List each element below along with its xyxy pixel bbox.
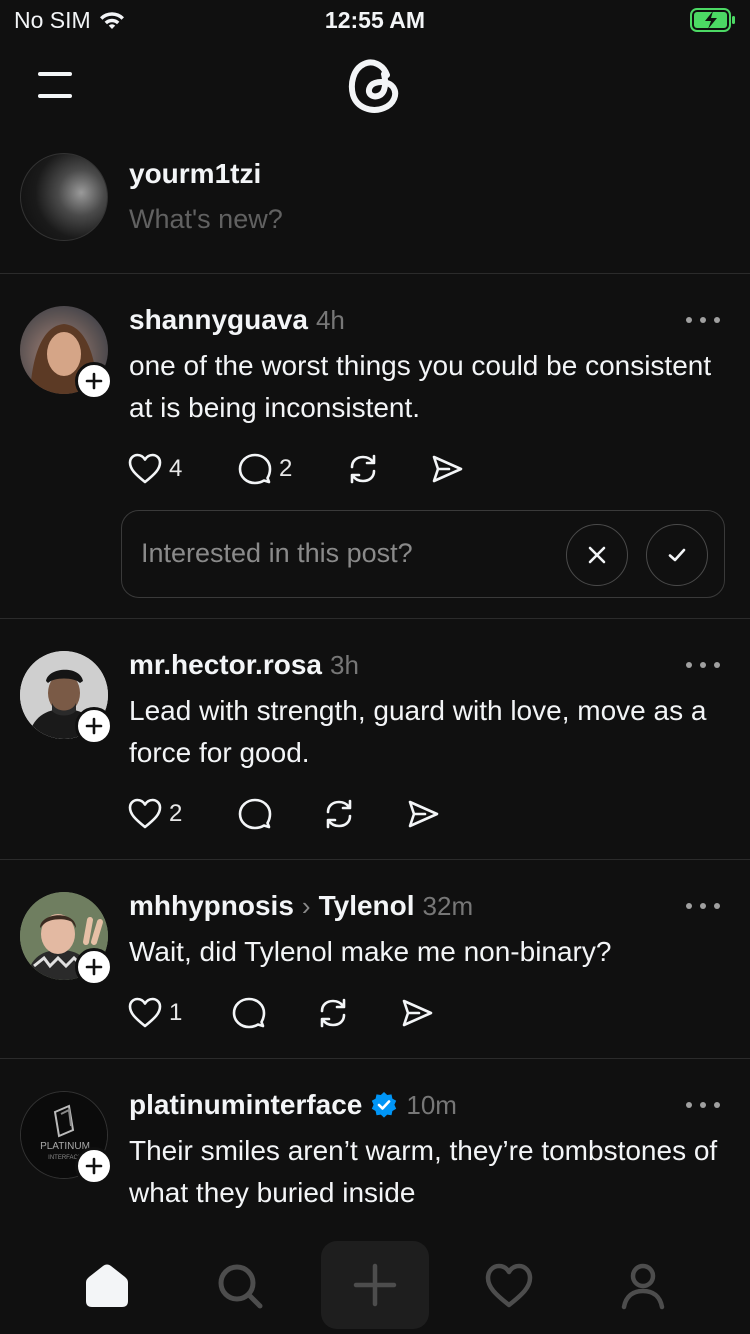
- share-button[interactable]: [399, 995, 435, 1031]
- clock: 12:55 AM: [324, 7, 426, 33]
- battery-charging-icon: [690, 8, 735, 32]
- close-icon: [588, 546, 606, 564]
- like-button[interactable]: 1: [127, 995, 231, 1031]
- reply-bubble-icon: [232, 997, 266, 1029]
- repost-button[interactable]: [345, 451, 429, 487]
- post-actions: 1: [127, 993, 435, 1033]
- more-options-icon[interactable]: [686, 315, 720, 325]
- not-interested-button[interactable]: [566, 524, 628, 586]
- more-options-icon[interactable]: [686, 660, 720, 670]
- follow-button[interactable]: [75, 707, 113, 745]
- status-bar: No SIM 12:55 AM: [0, 0, 750, 44]
- tab-activity[interactable]: [469, 1246, 549, 1326]
- follow-button[interactable]: [75, 362, 113, 400]
- post: mhhypnosis › Tylenol 32m Wait, did Tylen…: [0, 861, 750, 1059]
- composer-placeholder[interactable]: What's new?: [129, 204, 283, 235]
- post-time: 10m: [406, 1090, 457, 1120]
- send-icon: [402, 999, 433, 1027]
- composer[interactable]: yourm1tzi What's new?: [0, 136, 750, 274]
- post: mr.hector.rosa 3h Lead with strength, gu…: [0, 620, 750, 860]
- plus-icon: [85, 717, 103, 735]
- plus-icon: [353, 1263, 397, 1307]
- like-count: 4: [169, 455, 183, 482]
- share-button[interactable]: [405, 796, 441, 832]
- send-icon: [408, 800, 439, 828]
- post-username[interactable]: mhhypnosis: [129, 890, 294, 922]
- tab-bar: [0, 1230, 750, 1334]
- post-header: platinuminterface 10m: [129, 1089, 457, 1121]
- repost-button[interactable]: [315, 995, 399, 1031]
- search-icon: [218, 1264, 263, 1309]
- repost-icon: [320, 998, 346, 1028]
- verified-badge-icon: [372, 1092, 397, 1118]
- post-text: Lead with strength, guard with love, mov…: [129, 695, 707, 768]
- interest-prompt-label: Interested in this post?: [141, 538, 413, 568]
- plus-icon: [85, 372, 103, 390]
- repost-icon: [326, 799, 352, 829]
- reply-button[interactable]: [237, 796, 321, 832]
- post-time: 32m: [422, 891, 474, 921]
- post: shannyguava 4h one of the worst things y…: [0, 275, 750, 619]
- post-username[interactable]: shannyguava: [129, 304, 308, 336]
- reply-bubble-icon: [238, 453, 272, 485]
- tab-home[interactable]: [67, 1246, 147, 1326]
- plus-icon: [85, 958, 103, 976]
- post-time: 4h: [315, 305, 345, 335]
- post-header: mhhypnosis › Tylenol 32m: [129, 890, 473, 922]
- reply-button[interactable]: 2: [237, 451, 345, 487]
- follow-button[interactable]: [75, 948, 113, 986]
- threads-logo-icon[interactable]: [342, 52, 408, 118]
- like-button[interactable]: 2: [127, 796, 237, 832]
- heart-icon: [485, 1263, 533, 1308]
- create-post-button[interactable]: [321, 1241, 429, 1329]
- home-icon: [86, 1264, 128, 1307]
- post-text: Their smiles aren’t warm, they’re tombst…: [129, 1135, 718, 1208]
- send-icon: [432, 455, 463, 483]
- reply-bubble-icon: [238, 798, 272, 830]
- more-options-icon[interactable]: [686, 901, 720, 911]
- post-actions: 4 2: [127, 449, 465, 489]
- post-header: mr.hector.rosa 3h: [129, 649, 359, 681]
- menu-button[interactable]: [36, 70, 76, 102]
- post-header: shannyguava 4h: [129, 304, 345, 336]
- plus-icon: [85, 1157, 103, 1175]
- heart-icon: [128, 997, 162, 1028]
- interest-prompt: Interested in this post?: [121, 510, 725, 598]
- heart-icon: [128, 453, 162, 484]
- more-options-icon[interactable]: [686, 1100, 720, 1110]
- like-button[interactable]: 4: [127, 451, 237, 487]
- post-username[interactable]: mr.hector.rosa: [129, 649, 322, 681]
- post: PLATINUM INTERFACE platinuminterface 10m…: [0, 1060, 750, 1230]
- my-username: yourm1tzi: [129, 158, 262, 189]
- post-username[interactable]: platinuminterface: [129, 1089, 362, 1121]
- repost-button[interactable]: [321, 796, 405, 832]
- post-text: Wait, did Tylenol make me non-binary?: [129, 936, 612, 967]
- post-topic[interactable]: Tylenol: [319, 890, 415, 922]
- share-button[interactable]: [429, 451, 465, 487]
- like-count: 2: [169, 800, 183, 827]
- tab-profile[interactable]: [603, 1246, 683, 1326]
- like-count: 1: [169, 999, 183, 1026]
- repost-icon: [350, 454, 376, 484]
- interested-button[interactable]: [646, 524, 708, 586]
- reply-count: 2: [279, 455, 293, 482]
- chevron-right-icon: ›: [301, 891, 311, 921]
- check-icon: [668, 548, 686, 562]
- reply-button[interactable]: [231, 995, 315, 1031]
- profile-icon: [621, 1263, 665, 1310]
- tab-search[interactable]: [200, 1246, 280, 1326]
- post-actions: 2: [127, 794, 441, 834]
- post-time: 3h: [329, 650, 359, 680]
- my-avatar[interactable]: [20, 153, 108, 241]
- follow-button[interactable]: [75, 1147, 113, 1185]
- post-text: one of the worst things you could be con…: [129, 350, 712, 423]
- heart-icon: [128, 798, 162, 829]
